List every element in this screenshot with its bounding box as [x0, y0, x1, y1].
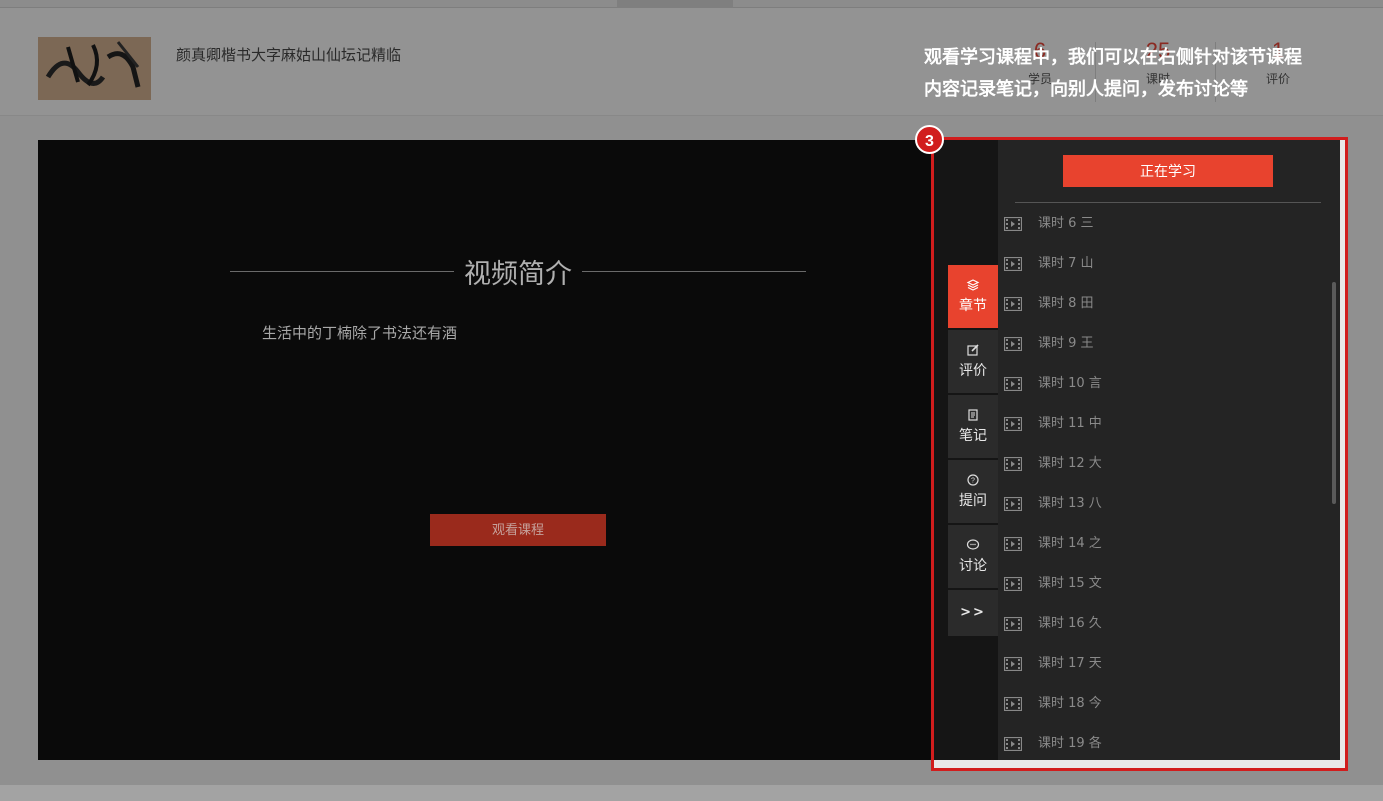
- top-strip: [0, 0, 1383, 8]
- course-title[interactable]: 颜真卿楷书大字麻姑山仙坛记精临: [176, 44, 401, 65]
- watch-course-button[interactable]: 观看课程: [430, 514, 606, 546]
- annotation-line-2: 内容记录笔记，向别人提问，发布讨论等: [924, 79, 1248, 100]
- intro-description: 生活中的丁楠除了书法还有酒: [262, 324, 458, 342]
- intro-title-row: 视频简介: [230, 252, 806, 291]
- step-badge: 3: [915, 125, 944, 154]
- intro-title-block: 视频简介: [230, 250, 806, 294]
- video-panel: 视频简介 生活中的丁楠除了书法还有酒 观看课程: [38, 140, 934, 760]
- top-tab-indicator: [617, 0, 733, 8]
- footer-strip: [0, 785, 1383, 801]
- annotation-line-1: 观看学习课程中，我们可以在右侧针对该节课程: [924, 47, 1302, 68]
- course-thumbnail[interactable]: [38, 37, 151, 100]
- annotation-text: 观看学习课程中，我们可以在右侧针对该节课程 内容记录笔记，向别人提问，发布讨论等: [924, 42, 1364, 106]
- intro-title: 视频简介: [454, 259, 582, 290]
- highlight-outline: [931, 137, 1348, 771]
